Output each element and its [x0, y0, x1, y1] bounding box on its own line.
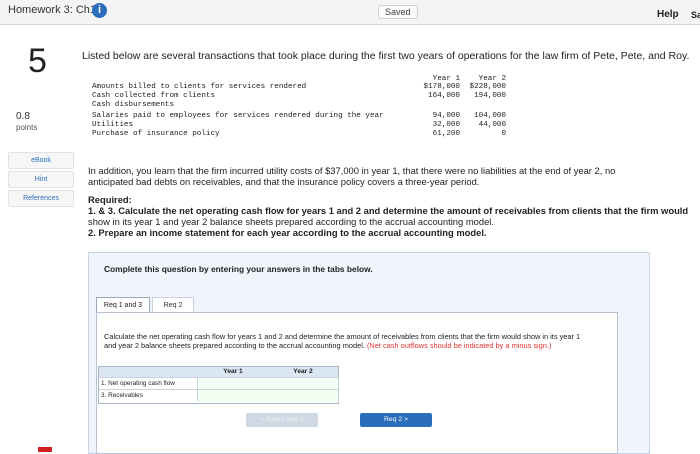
- col-year1-header: Year 1: [432, 75, 460, 83]
- grid-corner: [99, 367, 198, 377]
- question-intro: Listed below are several transactions th…: [82, 50, 690, 62]
- tab-instruction: Calculate the net operating cash flow fo…: [104, 332, 594, 350]
- instruction-note: (Net cash outflows should be indicated b…: [366, 341, 552, 350]
- grid-header-year2: Year 2: [268, 367, 338, 377]
- points-value: 0.8: [16, 111, 30, 122]
- transaction-label: Cash disbursements: [92, 101, 175, 109]
- additional-info-line: In addition, you learn that the firm inc…: [88, 165, 616, 176]
- references-button[interactable]: References: [8, 190, 74, 207]
- transaction-value-y2: 194,000: [474, 92, 506, 100]
- save-exit-button[interactable]: Sa: [691, 10, 700, 20]
- transaction-value-y2: $228,000: [469, 83, 506, 91]
- info-icon[interactable]: i: [92, 3, 107, 18]
- question-number: 5: [28, 42, 47, 80]
- transaction-value-y1: 164,000: [428, 92, 460, 100]
- receivables-year2-input[interactable]: [268, 389, 339, 402]
- transaction-value-y2: 0: [501, 130, 506, 138]
- col-year2-header: Year 2: [478, 75, 506, 83]
- requirement-1-3: 1. & 3. Calculate the net operating cash…: [88, 205, 689, 216]
- tab-req-1-and-3[interactable]: Req 1 and 3: [96, 297, 150, 313]
- top-bar: Homework 3: Ch1 i Saved Help Sa: [0, 0, 700, 25]
- grid-row-label: 3. Receivables: [99, 389, 198, 401]
- answer-grid: Year 1 Year 2 1. Net operating cash flow…: [98, 366, 339, 404]
- hint-button[interactable]: Hint: [8, 171, 74, 188]
- bottom-marker: [38, 447, 52, 452]
- help-link[interactable]: Help: [657, 9, 679, 20]
- transaction-value-y1: 61,200: [432, 130, 460, 138]
- next-req-button[interactable]: Req 2 >: [360, 413, 432, 427]
- additional-info-line: anticipated bad debts on receivables, an…: [88, 176, 480, 187]
- transaction-label: Purchase of insurance policy: [92, 130, 220, 138]
- transaction-label: Amounts billed to clients for services r…: [92, 83, 307, 91]
- transaction-label: Utilities: [92, 121, 134, 129]
- transaction-label: Cash collected from clients: [92, 92, 216, 100]
- transaction-value-y1: 94,000: [432, 112, 460, 120]
- ebook-button[interactable]: eBook: [8, 152, 74, 169]
- transaction-value-y1: $178,000: [423, 83, 460, 91]
- complete-instruction: Complete this question by entering your …: [104, 264, 373, 274]
- requirement-1-3-cont: show in its year 1 and year 2 balance sh…: [88, 216, 494, 227]
- transaction-value-y2: 44,000: [478, 121, 506, 129]
- transaction-label: Salaries paid to employees for services …: [92, 112, 384, 120]
- transaction-value-y2: 104,000: [474, 112, 506, 120]
- required-label: Required:: [88, 194, 132, 205]
- grid-header-year1: Year 1: [198, 367, 268, 377]
- assignment-title: Homework 3: Ch1: [8, 4, 97, 16]
- prev-req-button[interactable]: < Req 1 and 3: [246, 413, 318, 427]
- points-label: points: [16, 123, 38, 132]
- requirement-2: 2. Prepare an income statement for each …: [88, 227, 487, 238]
- saved-status: Saved: [378, 5, 418, 19]
- receivables-year1-input[interactable]: [198, 389, 269, 402]
- transaction-value-y1: 32,000: [432, 121, 460, 129]
- grid-row-label: 1. Net operating cash flow: [99, 377, 198, 389]
